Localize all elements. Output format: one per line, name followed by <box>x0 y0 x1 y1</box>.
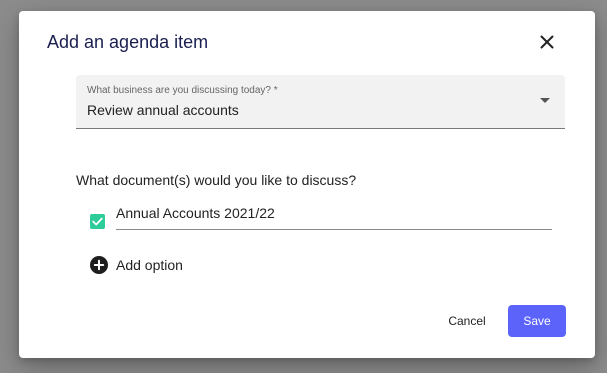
business-select[interactable]: What business are you discussing today? … <box>76 75 565 129</box>
business-select-label: What business are you discussing today? … <box>87 85 278 96</box>
checkmark-icon <box>92 217 103 226</box>
documents-question: What document(s) would you like to discu… <box>76 172 357 188</box>
document-option-input[interactable]: Annual Accounts 2021/22 <box>116 204 552 230</box>
add-option-label: Add option <box>116 257 183 273</box>
add-option-button[interactable]: Add option <box>90 256 183 274</box>
business-select-value: Review annual accounts <box>87 102 239 118</box>
add-circle-icon <box>90 256 108 274</box>
close-icon <box>540 35 554 49</box>
close-button[interactable] <box>535 30 559 54</box>
add-agenda-item-dialog: Add an agenda item What business are you… <box>19 11 595 358</box>
cancel-button[interactable]: Cancel <box>436 305 498 337</box>
dialog-title: Add an agenda item <box>47 32 209 52</box>
save-button[interactable]: Save <box>508 305 566 337</box>
dropdown-arrow-icon <box>540 98 550 103</box>
document-checkbox[interactable] <box>90 214 105 229</box>
